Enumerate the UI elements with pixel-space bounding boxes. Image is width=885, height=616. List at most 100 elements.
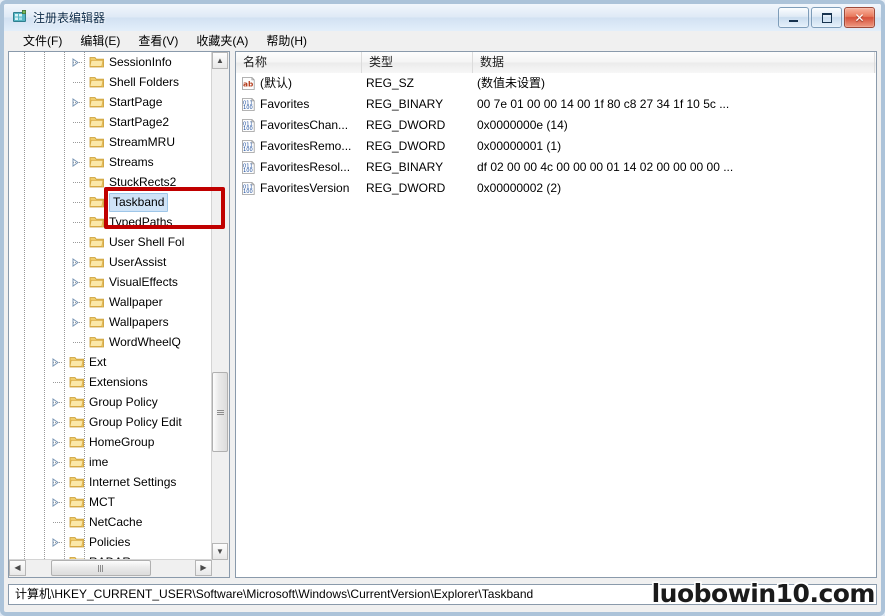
- expand-triangle-icon[interactable]: [51, 538, 60, 547]
- vertical-scroll-thumb[interactable]: [212, 372, 228, 452]
- tree-item-taskband[interactable]: Taskband: [9, 192, 212, 212]
- menu-favorites[interactable]: 收藏夹(A): [187, 31, 257, 50]
- horizontal-scroll-thumb[interactable]: [51, 560, 151, 576]
- chevron-down-icon: ▼: [216, 546, 224, 556]
- folder-icon: [89, 315, 105, 329]
- tree-item-label: StuckRects2: [109, 175, 177, 189]
- grip-icon: [97, 564, 105, 572]
- tree-item-group-policy-edit[interactable]: Group Policy Edit: [9, 412, 212, 432]
- expand-triangle-icon[interactable]: [51, 478, 60, 487]
- expand-triangle-icon[interactable]: [51, 418, 60, 427]
- value-name: (默认): [260, 76, 292, 90]
- tree-item-ime[interactable]: ime: [9, 452, 212, 472]
- tree-item-mct[interactable]: MCT: [9, 492, 212, 512]
- menu-view[interactable]: 查看(V): [129, 31, 187, 50]
- expand-triangle-icon[interactable]: [51, 358, 60, 367]
- folder-icon: [89, 115, 105, 129]
- folder-icon: [69, 435, 85, 449]
- value-row[interactable]: 011 100 FavoritesRemo... REG_DWORD 0x0000000…: [236, 136, 876, 157]
- tree-item-label: ime: [89, 455, 109, 469]
- tree-item-label: Ext: [89, 355, 107, 369]
- expand-triangle-icon[interactable]: [51, 498, 60, 507]
- value-row[interactable]: 011 100 FavoritesResol... REG_BINARY df 02 0…: [236, 157, 876, 178]
- expand-triangle-icon[interactable]: [71, 98, 80, 107]
- tree-item-label-selected: Taskband: [109, 193, 169, 212]
- tree-item-wallpapers[interactable]: Wallpapers: [9, 312, 212, 332]
- expand-triangle-icon[interactable]: [51, 398, 60, 407]
- tree-item-stuckrects2[interactable]: StuckRects2: [9, 172, 212, 192]
- folder-icon: [89, 335, 105, 349]
- scroll-up-button[interactable]: ▲: [212, 52, 228, 69]
- scroll-right-button[interactable]: ▶: [195, 560, 212, 576]
- column-data[interactable]: 数据: [473, 52, 875, 73]
- tree-item-label: Wallpaper: [109, 295, 163, 309]
- expand-triangle-icon[interactable]: [71, 58, 80, 67]
- value-name: FavoritesVersion: [260, 181, 350, 195]
- tree-item-label: Wallpapers: [109, 315, 169, 329]
- value-row[interactable]: ab (默认) REG_SZ (数值未设置): [236, 73, 876, 94]
- expand-triangle-icon[interactable]: [71, 258, 80, 267]
- value-row[interactable]: 011 100 FavoritesVersion REG_DWORD 0x0000000…: [236, 178, 876, 199]
- tree-item-wallpaper[interactable]: Wallpaper: [9, 292, 212, 312]
- minimize-button[interactable]: [778, 7, 809, 28]
- expand-triangle-icon[interactable]: [71, 278, 80, 287]
- svg-text:ab: ab: [243, 79, 253, 88]
- tree-horizontal-scrollbar[interactable]: ◀ ▶: [9, 559, 212, 577]
- column-type[interactable]: 类型: [362, 52, 473, 73]
- tree-item-netcache[interactable]: NetCache: [9, 512, 212, 532]
- regedit-window: 注册表编辑器 ✕ 文件(F) 编辑(E) 查看(V) 收藏夹(A) 帮助(H): [0, 0, 885, 616]
- folder-icon: [69, 475, 85, 489]
- tree-item-visualeffects[interactable]: VisualEffects: [9, 272, 212, 292]
- tree-item-userassist[interactable]: UserAssist: [9, 252, 212, 272]
- minimize-icon: [779, 8, 808, 27]
- close-button[interactable]: ✕: [844, 7, 875, 28]
- tree-item-policies[interactable]: Policies: [9, 532, 212, 552]
- tree-item-label: StartPage: [109, 95, 163, 109]
- tree-item-startpage2[interactable]: StartPage2: [9, 112, 212, 132]
- tree-item-startpage[interactable]: StartPage: [9, 92, 212, 112]
- tree-item-typedpaths[interactable]: TypedPaths: [9, 212, 212, 232]
- expand-triangle-icon[interactable]: [51, 458, 60, 467]
- svg-text:100: 100: [243, 168, 253, 174]
- folder-icon: [69, 495, 85, 509]
- scroll-down-button[interactable]: ▼: [212, 543, 228, 560]
- menu-help[interactable]: 帮助(H): [257, 31, 316, 50]
- tree-item-streammru[interactable]: StreamMRU: [9, 132, 212, 152]
- values-list[interactable]: ab (默认) REG_SZ (数值未设置) 011 100 Favorites REG_BI…: [236, 73, 876, 577]
- tree-item-sessioninfo[interactable]: SessionInfo: [9, 52, 212, 72]
- tree-item-homegroup[interactable]: HomeGroup: [9, 432, 212, 452]
- value-data: (数值未设置): [477, 76, 545, 90]
- value-row[interactable]: 011 100 FavoritesChan... REG_DWORD 0x0000000…: [236, 115, 876, 136]
- menu-file[interactable]: 文件(F): [14, 31, 71, 50]
- value-row[interactable]: 011 100 Favorites REG_BINARY 00 7e 01 00 00 …: [236, 94, 876, 115]
- binary-value-icon: 011 100: [241, 118, 256, 133]
- expand-triangle-icon[interactable]: [71, 318, 80, 327]
- tree-item-label: NetCache: [89, 515, 143, 529]
- tree-item-internet-settings[interactable]: Internet Settings: [9, 472, 212, 492]
- folder-icon: [89, 255, 105, 269]
- maximize-icon: [812, 8, 841, 27]
- window-controls: ✕: [778, 7, 875, 28]
- tree-connector: [73, 202, 83, 203]
- expand-triangle-icon[interactable]: [71, 298, 80, 307]
- registry-tree[interactable]: SessionInfo Shell Folders StartPage StartPa…: [9, 52, 212, 560]
- close-icon: ✕: [854, 10, 865, 25]
- tree-item-streams[interactable]: Streams: [9, 152, 212, 172]
- binary-value-icon: 011 100: [241, 97, 256, 112]
- expand-triangle-icon[interactable]: [71, 158, 80, 167]
- tree-item-shell-folders[interactable]: Shell Folders: [9, 72, 212, 92]
- value-data: 0x00000002 (2): [477, 181, 562, 195]
- tree-item-user-shell-fol[interactable]: User Shell Fol: [9, 232, 212, 252]
- tree-item-ext[interactable]: Ext: [9, 352, 212, 372]
- column-name[interactable]: 名称: [236, 52, 362, 73]
- tree-vertical-scrollbar[interactable]: ▲ ▼: [211, 52, 229, 560]
- tree-item-group-policy[interactable]: Group Policy: [9, 392, 212, 412]
- scroll-left-button[interactable]: ◀: [9, 560, 26, 576]
- tree-viewport: SessionInfo Shell Folders StartPage StartPa…: [9, 52, 212, 560]
- folder-icon: [89, 235, 105, 249]
- expand-triangle-icon[interactable]: [51, 438, 60, 447]
- tree-item-extensions[interactable]: Extensions: [9, 372, 212, 392]
- maximize-button[interactable]: [811, 7, 842, 28]
- tree-item-wordwheelq[interactable]: WordWheelQ: [9, 332, 212, 352]
- menu-edit[interactable]: 编辑(E): [71, 31, 129, 50]
